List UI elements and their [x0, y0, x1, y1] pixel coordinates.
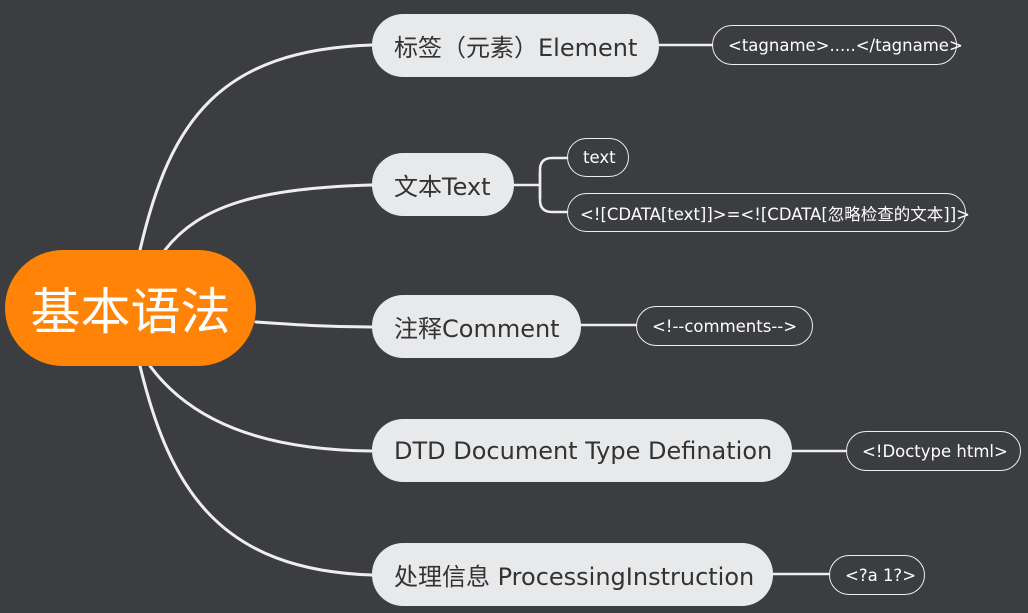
branch-label: DTD Document Type Defination: [394, 436, 773, 465]
connector-root-element: [138, 43, 374, 252]
leaf-label: <?a 1?>: [845, 565, 917, 585]
leaf-label: <!Doctype html>: [862, 441, 1008, 461]
leaf-label: text: [583, 148, 616, 167]
connector-root-text: [163, 183, 374, 252]
connector-root-pi: [138, 364, 374, 577]
connector-text-fork: [512, 170, 542, 200]
leaf-comment-syntax[interactable]: <!--comments-->: [636, 306, 813, 346]
connector-text-leaf-2: [538, 183, 569, 214]
connector-root-dtd: [148, 364, 374, 453]
connector-root-comment: [254, 320, 374, 329]
root-label: 基本语法: [30, 283, 231, 341]
branch-text[interactable]: 文本Text: [372, 153, 514, 216]
root-node[interactable]: 基本语法: [5, 250, 256, 366]
leaf-doctype-syntax[interactable]: <!Doctype html>: [846, 431, 1021, 471]
branch-element[interactable]: 标签（元素）Element: [372, 14, 659, 77]
branch-label: 标签（元素）Element: [394, 34, 638, 62]
branch-label: 注释Comment: [394, 315, 560, 343]
leaf-element-syntax[interactable]: <tagname>.....</tagname>: [712, 25, 963, 65]
branch-processing-instruction[interactable]: 处理信息 ProcessingInstruction: [372, 543, 773, 606]
branch-comment[interactable]: 注释Comment: [372, 295, 581, 358]
leaf-label: <![CDATA[text]]>=<![CDATA[忽略检查的文本]]>: [580, 204, 970, 224]
connector-text-leaf-1: [538, 156, 569, 187]
leaf-text-plain[interactable]: text: [567, 138, 629, 177]
branch-dtd[interactable]: DTD Document Type Defination: [372, 419, 792, 482]
branch-label: 文本Text: [394, 173, 491, 201]
branch-label: 处理信息 ProcessingInstruction: [394, 563, 755, 591]
leaf-text-cdata[interactable]: <![CDATA[text]]>=<![CDATA[忽略检查的文本]]>: [567, 193, 970, 232]
leaf-pi-syntax[interactable]: <?a 1?>: [829, 555, 925, 595]
leaf-label: <tagname>.....</tagname>: [728, 35, 963, 55]
leaf-label: <!--comments-->: [652, 316, 798, 336]
